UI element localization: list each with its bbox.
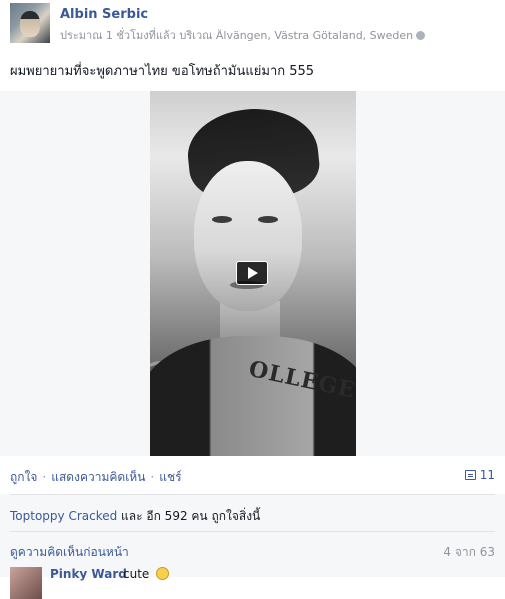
post-actions: ถูกใจ · แสดงความคิดเห็น · แชร์ 11 (10, 468, 495, 486)
like-link[interactable]: ถูกใจ (10, 470, 37, 484)
commenter-avatar[interactable] (10, 567, 42, 599)
author-avatar[interactable] (10, 3, 50, 43)
commenter-name[interactable]: Pinky Ward (50, 567, 127, 581)
video-thumbnail[interactable]: OLLEGE (150, 91, 356, 456)
comment-count: 4 จาก 63 (443, 545, 495, 559)
video-eye-right (258, 216, 278, 223)
likes-rest[interactable]: และ อีก 592 คน ถูกใจสิ่งนี้ (117, 509, 260, 523)
feedback-area: Toptoppy Cracked และ อีก 592 คน ถูกใจสิ่… (0, 494, 505, 599)
post-meta: ประมาณ 1 ชั่วโมงที่แล้ว บริเวณ Älvängen,… (60, 26, 426, 44)
share-count-icon (464, 470, 476, 480)
share-count[interactable]: 11 (464, 468, 495, 482)
avatar-face (20, 11, 40, 37)
comment-link[interactable]: แสดงความคิดเห็น (51, 470, 145, 484)
view-previous-link[interactable]: ดูความคิดเห็นก่อนหน้า (10, 545, 129, 559)
play-button[interactable] (236, 261, 268, 285)
media-container: OLLEGE (0, 91, 505, 456)
divider (10, 531, 495, 532)
action-separator: · (150, 470, 155, 484)
comment-item: Pinky Ward cute (10, 567, 495, 599)
action-separator: · (42, 470, 47, 484)
share-count-value: 11 (479, 468, 495, 482)
globe-icon[interactable] (416, 31, 426, 40)
play-icon (248, 267, 258, 279)
author-name[interactable]: Albin Serbic (60, 7, 148, 22)
liker-name-link[interactable]: Toptoppy Cracked (10, 509, 117, 523)
share-link[interactable]: แชร์ (159, 470, 181, 484)
post-message: ผมพยายามที่จะพูดภาษาไทย ขอโทษถ้ามันแย่มา… (10, 64, 315, 79)
post-meta-text[interactable]: ประมาณ 1 ชั่วโมงที่แล้ว บริเวณ Älvängen,… (60, 29, 413, 42)
view-previous-comments: ดูความคิดเห็นก่อนหน้า 4 จาก 63 (10, 543, 495, 562)
smiley-icon (156, 567, 169, 580)
likes-summary: Toptoppy Cracked และ อีก 592 คน ถูกใจสิ่… (10, 507, 495, 526)
comment-text: cute (123, 567, 150, 581)
video-eye-left (212, 216, 232, 223)
post-header: Albin Serbic ประมาณ 1 ชั่วโมงที่แล้ว บริ… (10, 3, 505, 43)
divider (10, 494, 495, 495)
